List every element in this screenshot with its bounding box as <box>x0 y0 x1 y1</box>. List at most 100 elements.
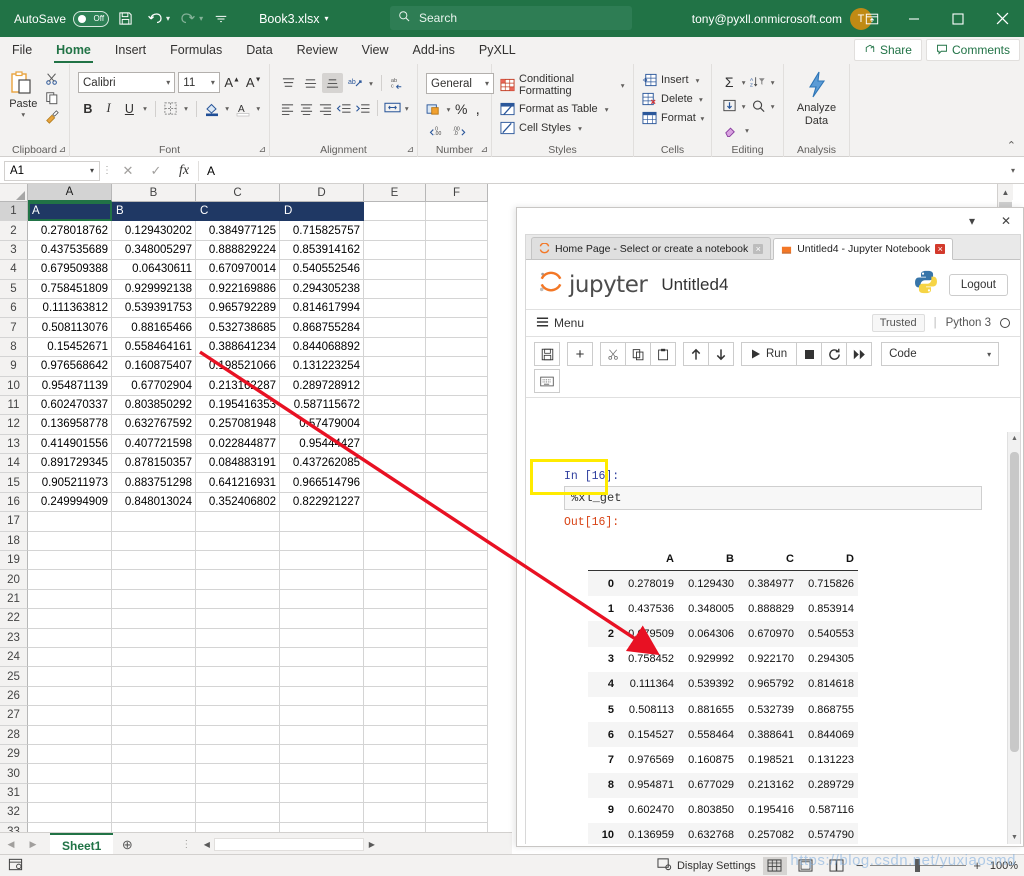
cell-F31[interactable] <box>426 784 488 803</box>
cell-E11[interactable] <box>364 396 426 415</box>
cell-A10[interactable]: 0.954871139 <box>28 377 112 396</box>
cell-C30[interactable] <box>196 764 280 783</box>
row-header-13[interactable]: 13 <box>0 435 28 454</box>
format-painter-icon[interactable] <box>45 110 59 127</box>
cell-D29[interactable] <box>280 745 364 764</box>
table-row[interactable] <box>28 764 488 783</box>
scroll-left-icon[interactable]: ◀ <box>199 840 214 849</box>
cell-A14[interactable]: 0.891729345 <box>28 454 112 473</box>
ribbon-tab-file[interactable]: File <box>0 37 44 64</box>
cell-C24[interactable] <box>196 648 280 667</box>
row-header-10[interactable]: 10 <box>0 377 28 396</box>
font-color-dropdown-caret[interactable]: ▾ <box>254 104 263 113</box>
font-color-icon[interactable]: A <box>233 98 253 119</box>
fill-color-dropdown-caret[interactable]: ▾ <box>222 104 231 113</box>
format-as-table-button[interactable]: Format as Table ▾ <box>500 102 627 116</box>
cell-A13[interactable]: 0.414901556 <box>28 435 112 454</box>
cell-A1[interactable]: A <box>28 202 112 221</box>
select-all-button[interactable] <box>0 184 28 202</box>
cell-A18[interactable] <box>28 532 112 551</box>
cell-B21[interactable] <box>112 590 196 609</box>
row-header-25[interactable]: 25 <box>0 667 28 686</box>
cell-B19[interactable] <box>112 551 196 570</box>
cell-A9[interactable]: 0.976568642 <box>28 357 112 376</box>
row-header-7[interactable]: 7 <box>0 318 28 337</box>
fill-down-icon[interactable] <box>720 96 738 116</box>
cell-A3[interactable]: 0.437535689 <box>28 241 112 260</box>
cell-D13[interactable]: 0.95444427 <box>280 435 364 454</box>
chevron-down-icon[interactable]: ▾ <box>618 81 627 90</box>
table-row[interactable]: 0.6795093880.064306110.6709700140.540552… <box>28 260 488 279</box>
cell-D31[interactable] <box>280 784 364 803</box>
row-header-32[interactable]: 32 <box>0 803 28 822</box>
cell-C12[interactable]: 0.257081948 <box>196 415 280 434</box>
percent-style-button[interactable]: % <box>454 99 469 119</box>
formula-input[interactable]: A <box>198 161 1002 181</box>
cell-A20[interactable] <box>28 570 112 589</box>
cell-B23[interactable] <box>112 629 196 648</box>
table-row[interactable] <box>28 687 488 706</box>
cell-C13[interactable]: 0.022844877 <box>196 435 280 454</box>
row-header-30[interactable]: 30 <box>0 764 28 783</box>
trusted-badge[interactable]: Trusted <box>872 314 925 332</box>
cell-F27[interactable] <box>426 706 488 725</box>
conditional-formatting-button[interactable]: Conditional Formatting ▾ <box>500 73 627 97</box>
column-header-b[interactable]: B <box>112 184 196 202</box>
cell-F30[interactable] <box>426 764 488 783</box>
row-header-2[interactable]: 2 <box>0 221 28 240</box>
sort-filter-icon[interactable]: AZ <box>749 72 767 92</box>
cell-B6[interactable]: 0.539391753 <box>112 299 196 318</box>
cell-D18[interactable] <box>280 532 364 551</box>
cell-C19[interactable] <box>196 551 280 570</box>
cell-F19[interactable] <box>426 551 488 570</box>
ribbon-tab-addins[interactable]: Add-ins <box>401 37 467 64</box>
cell-F11[interactable] <box>426 396 488 415</box>
cell-E14[interactable] <box>364 454 426 473</box>
cell-C28[interactable] <box>196 726 280 745</box>
ribbon-tab-insert[interactable]: Insert <box>103 37 158 64</box>
cell-F10[interactable] <box>426 377 488 396</box>
column-header-e[interactable]: E <box>364 184 426 202</box>
cell-D12[interactable]: 0.57479004 <box>280 415 364 434</box>
clear-icon[interactable] <box>720 120 741 140</box>
notebook-scroll-thumb[interactable] <box>1010 452 1019 752</box>
table-row[interactable]: 0.1369587780.6327675920.2570819480.57479… <box>28 415 488 434</box>
cell-F25[interactable] <box>426 667 488 686</box>
chevron-down-icon[interactable]: ▾ <box>700 114 705 123</box>
chevron-down-icon[interactable]: ▾ <box>90 166 94 175</box>
cell-A5[interactable]: 0.758451809 <box>28 280 112 299</box>
chevron-down-icon[interactable]: ▾ <box>602 105 612 114</box>
cell-D3[interactable]: 0.853914162 <box>280 241 364 260</box>
cell-F4[interactable] <box>426 260 488 279</box>
cell-C16[interactable]: 0.352406802 <box>196 493 280 512</box>
row-header-6[interactable]: 6 <box>0 299 28 318</box>
cell-D30[interactable] <box>280 764 364 783</box>
cell-E30[interactable] <box>364 764 426 783</box>
cell-A30[interactable] <box>28 764 112 783</box>
cell-B16[interactable]: 0.848013024 <box>112 493 196 512</box>
row-header-15[interactable]: 15 <box>0 473 28 492</box>
table-header-row[interactable]: ABCD <box>28 202 488 221</box>
cell-B10[interactable]: 0.67702904 <box>112 377 196 396</box>
chevron-down-icon[interactable]: ▾ <box>697 95 705 104</box>
row-header-23[interactable]: 23 <box>0 629 28 648</box>
format-cells-button[interactable]: Format ▾ <box>642 111 705 125</box>
cell-B24[interactable] <box>112 648 196 667</box>
cell-B1[interactable]: B <box>112 202 196 221</box>
cell-C9[interactable]: 0.198521066 <box>196 357 280 376</box>
redo-dropdown-caret[interactable]: ▾ <box>199 14 203 23</box>
increase-font-size-button[interactable]: A▲ <box>223 75 242 90</box>
cell-A2[interactable]: 0.278018762 <box>28 221 112 240</box>
table-row[interactable] <box>28 551 488 570</box>
table-row[interactable]: 0.5081130760.881654660.5327386850.868755… <box>28 318 488 337</box>
row-header-20[interactable]: 20 <box>0 570 28 589</box>
cell-D15[interactable]: 0.966514796 <box>280 473 364 492</box>
cell-C4[interactable]: 0.670970014 <box>196 260 280 279</box>
cell-E19[interactable] <box>364 551 426 570</box>
wrap-text-icon[interactable]: abc <box>387 73 408 93</box>
cell-D17[interactable] <box>280 512 364 531</box>
cell-F9[interactable] <box>426 357 488 376</box>
cell-A29[interactable] <box>28 745 112 764</box>
decrease-indent-icon[interactable] <box>335 98 353 118</box>
cell-C10[interactable]: 0.213162287 <box>196 377 280 396</box>
